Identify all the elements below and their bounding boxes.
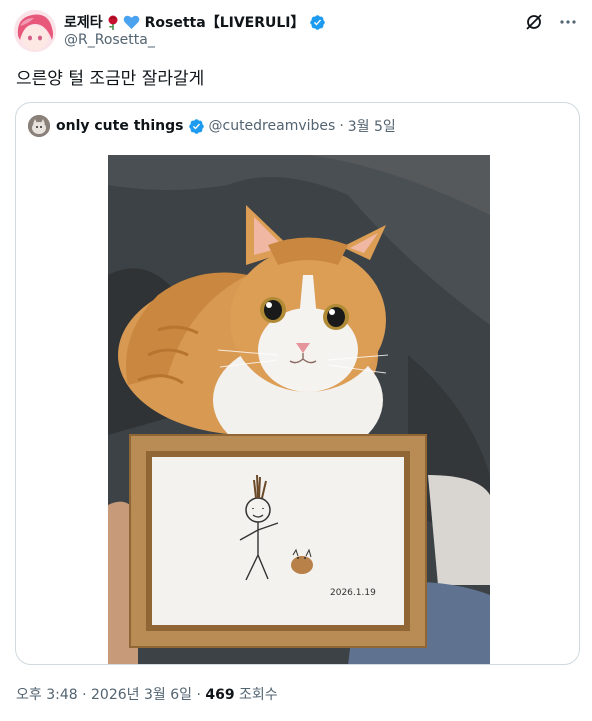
tweet-top-actions — [524, 12, 578, 32]
rose-icon — [105, 14, 121, 30]
separator-dot: · — [196, 687, 201, 703]
quoted-tweet-header: only cute things @cutedreamvibes · 3월 5일 — [28, 115, 396, 137]
avatar-illustration — [14, 10, 56, 52]
tweet-text: 으른양 털 조금만 잘라갈게 — [16, 69, 205, 89]
quoted-tweet-date[interactable]: 3월 5일 — [348, 116, 396, 136]
quoted-author-name[interactable]: only cute things — [56, 118, 184, 134]
verified-badge-icon — [309, 14, 325, 30]
verified-badge-icon — [188, 118, 204, 134]
views-label: 조회수 — [239, 687, 278, 703]
tweet-date[interactable]: 2026년 3월 6일 — [91, 687, 192, 703]
author-name-line[interactable]: 로제타 Rosetta【LIVERULI】 — [64, 12, 326, 32]
quoted-tweet-photo[interactable]: 2026.1.19 — [108, 155, 490, 664]
tweet-meta: 오후 3:48 · 2026년 3월 6일 · 469 조회수 — [16, 684, 278, 704]
author-handle[interactable]: @R_Rosetta_ — [64, 32, 155, 48]
frame-date-text: 2026.1.19 — [330, 588, 376, 598]
blue-heart-icon — [123, 14, 140, 30]
separator-dot: · — [82, 687, 87, 703]
quoted-tweet[interactable]: only cute things @cutedreamvibes · 3월 5일 — [15, 102, 580, 665]
author-avatar[interactable] — [14, 10, 56, 52]
author-name-suffix[interactable]: Rosetta【LIVERULI】 — [145, 12, 305, 32]
separator-dot: · — [339, 118, 344, 134]
tweet-time[interactable]: 오후 3:48 — [16, 687, 78, 703]
more-options-icon[interactable] — [558, 12, 578, 32]
quoted-author-avatar[interactable] — [28, 115, 50, 137]
author-name-prefix[interactable]: 로제타 — [64, 12, 103, 32]
grok-icon[interactable] — [524, 12, 544, 32]
views-count: 469 — [205, 687, 235, 703]
quoted-author-handle[interactable]: @cutedreamvibes — [209, 118, 336, 134]
